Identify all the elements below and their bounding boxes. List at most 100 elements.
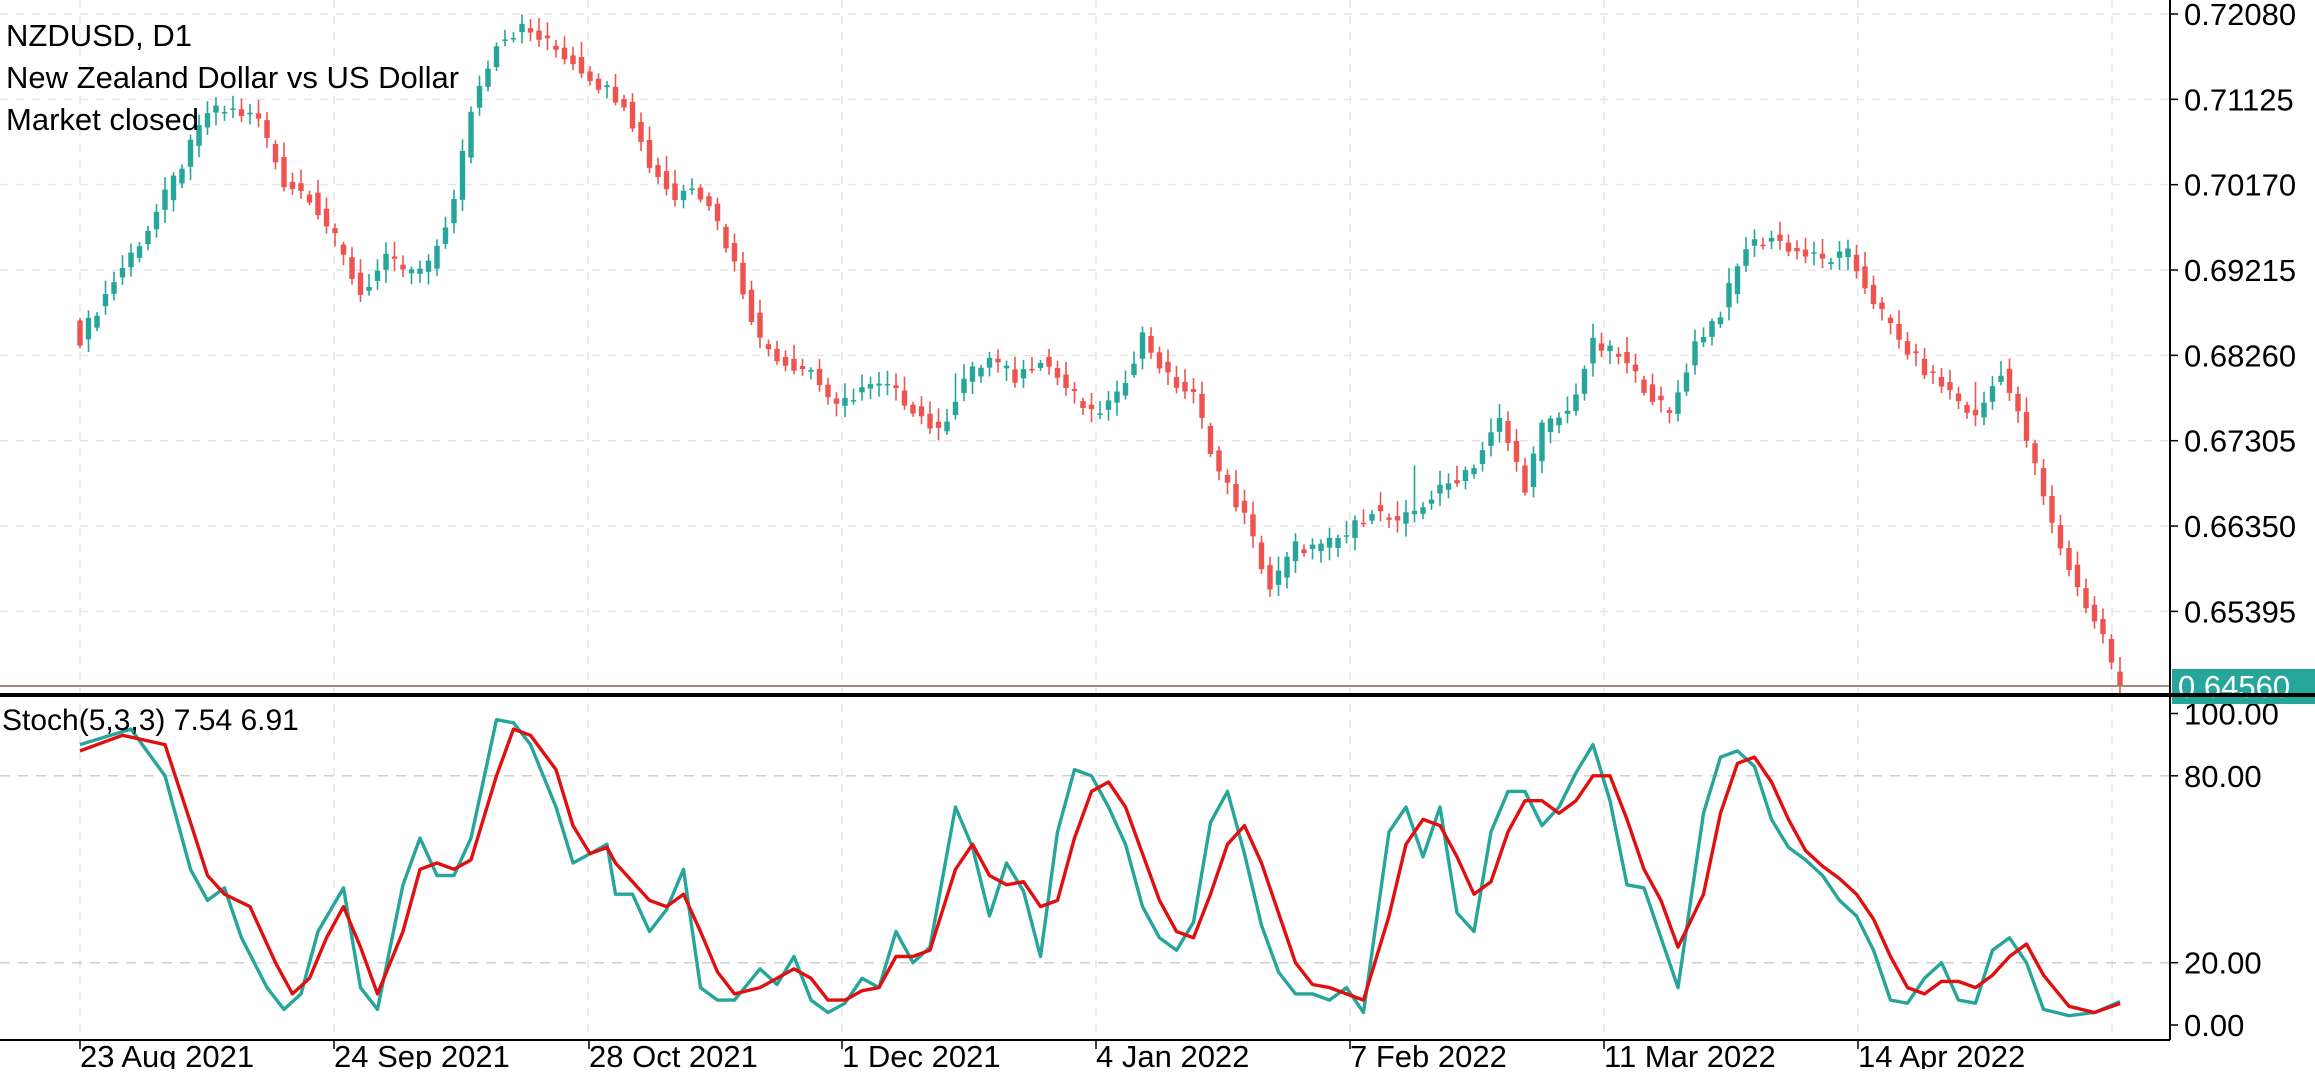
candle: [850, 388, 857, 405]
time-label: 28 Oct 2021: [589, 1039, 758, 1069]
candle-body: [1088, 404, 1095, 410]
candle: [315, 179, 321, 220]
candle: [1989, 376, 1996, 410]
candle-body: [1114, 391, 1120, 403]
candle: [1768, 230, 1775, 250]
candle-body: [544, 35, 551, 39]
candle-body: [187, 139, 194, 167]
candle-body: [1190, 388, 1197, 392]
candle-body: [774, 348, 780, 362]
candle: [1029, 356, 1035, 374]
candle: [1734, 263, 1741, 304]
candle-body: [1598, 343, 1605, 351]
candle-body: [893, 385, 899, 388]
candle: [1666, 407, 1673, 424]
candle: [1003, 360, 1010, 382]
candle-body: [978, 367, 984, 377]
candle-body: [247, 112, 253, 115]
candle: [1250, 501, 1256, 548]
candle-body: [1224, 474, 1231, 483]
candle-body: [850, 400, 857, 402]
candle: [1658, 386, 1664, 413]
symbol-description: New Zealand Dollar vs US Dollar: [6, 60, 460, 95]
candle: [867, 376, 874, 400]
candle-body: [1403, 512, 1409, 524]
stoch-tick-label: 80.00: [2184, 759, 2262, 794]
candle-body: [2049, 495, 2055, 523]
candle-body: [119, 268, 126, 278]
candle-body: [111, 282, 117, 294]
time-label: 7 Feb 2022: [1350, 1039, 1507, 1069]
candle-body: [1462, 470, 1469, 482]
candle: [2108, 634, 2115, 670]
candle-body: [94, 315, 100, 328]
candle: [1649, 373, 1656, 406]
candle-body: [170, 175, 177, 201]
candle-body: [383, 253, 389, 270]
candle: [1403, 499, 1409, 537]
candle-body: [1377, 505, 1384, 512]
candle: [646, 126, 653, 174]
candle: [187, 134, 194, 181]
candle: [689, 178, 695, 195]
candle-body: [485, 68, 491, 87]
candle-body: [1445, 483, 1452, 490]
candle: [816, 359, 823, 392]
candle: [323, 197, 330, 234]
candle: [1139, 326, 1146, 370]
candle-body: [1938, 377, 1945, 387]
candle-body: [995, 358, 1001, 363]
candle-body: [859, 387, 865, 393]
candle-body: [1131, 363, 1137, 376]
candle: [349, 247, 355, 285]
candle: [901, 376, 908, 410]
candle: [1224, 469, 1231, 495]
price-tick-label: 0.68260: [2184, 338, 2296, 373]
candle-body: [842, 397, 848, 406]
candle: [451, 189, 457, 234]
candle-body: [1530, 453, 1537, 488]
candle: [1913, 343, 1919, 367]
candle-body: [1624, 351, 1630, 364]
candle: [281, 142, 287, 192]
candle-body: [1862, 266, 1868, 289]
candle-body: [1326, 537, 1333, 548]
candle-body: [1879, 302, 1885, 310]
candle: [1709, 318, 1715, 346]
candle-body: [901, 390, 908, 406]
candle-body: [1046, 356, 1052, 367]
candle-body: [1539, 422, 1545, 462]
candle: [774, 340, 780, 365]
candle-body: [77, 320, 83, 346]
candle: [170, 172, 177, 212]
price-tick-label: 0.65395: [2184, 594, 2296, 629]
candle-body: [1496, 417, 1503, 432]
candle-body: [306, 194, 313, 203]
candle-body: [1318, 543, 1324, 552]
candle: [1964, 401, 1970, 419]
candle-body: [153, 211, 160, 230]
candle: [1811, 241, 1817, 266]
candle-body: [782, 356, 789, 366]
chart-canvas[interactable]: 23 Aug 2021 24 Sep 2021 28 Oct 2021 1 Dec 2…: [0, 0, 2315, 1074]
candle: [1292, 533, 1299, 574]
candle-body: [910, 404, 916, 414]
candle-body: [1020, 369, 1027, 379]
chart-window[interactable]: 23 Aug 2021 24 Sep 2021 28 Oct 2021 1 Dec 2…: [0, 0, 2315, 1074]
candle: [221, 105, 228, 121]
candle-body: [145, 230, 151, 245]
candle-body: [1692, 341, 1698, 366]
candle-body: [867, 384, 874, 389]
candle: [731, 233, 738, 272]
candle-body: [918, 406, 925, 417]
candle-body: [1275, 570, 1282, 585]
candle: [2074, 551, 2081, 597]
candle-body: [1607, 345, 1613, 352]
candle-body: [1734, 266, 1741, 295]
candle: [1573, 383, 1579, 416]
candle-body: [561, 47, 568, 60]
candle-body: [417, 268, 423, 274]
candle-body: [2023, 412, 2030, 441]
candle-body: [1615, 353, 1622, 357]
candle-body: [927, 413, 933, 429]
